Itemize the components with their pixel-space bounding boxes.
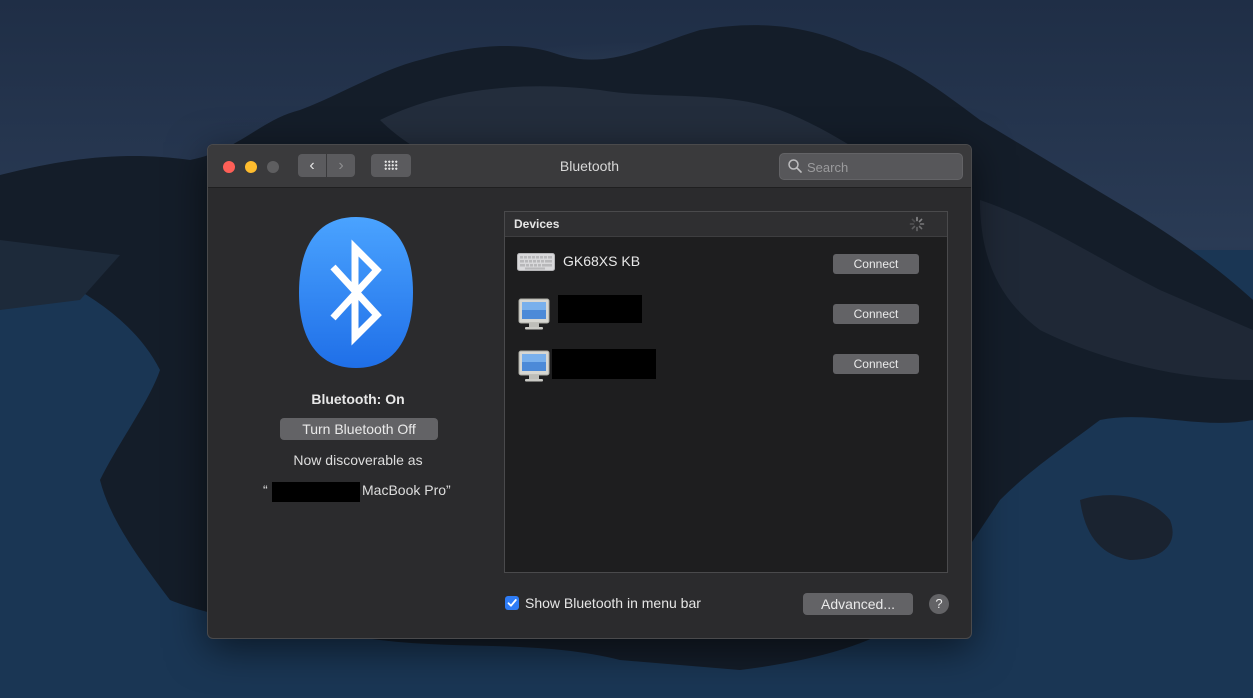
search-field[interactable]	[779, 153, 963, 180]
bluetooth-status: Bluetooth: On	[311, 391, 405, 407]
bluetooth-preferences-window: ‹ › Bluetooth Bluetooth: On Turn Bluetoo	[207, 144, 972, 639]
device-name: GK68XS KB	[563, 253, 641, 269]
keyboard-icon	[517, 253, 555, 271]
computer-icon	[518, 298, 550, 330]
device-name-text: MacBook Pro”	[362, 482, 451, 498]
show-in-menu-bar-checkbox[interactable]	[505, 596, 519, 610]
show-in-menu-bar-label[interactable]: Show Bluetooth in menu bar	[525, 595, 701, 611]
redacted-block	[272, 482, 360, 502]
advanced-button[interactable]: Advanced...	[803, 593, 913, 615]
loading-spinner-icon	[909, 216, 925, 232]
devices-list[interactable]: Devices GK68XS KB Connect Connect Connec…	[504, 211, 948, 573]
device-row[interactable]: GK68XS KB Connect	[505, 244, 947, 284]
bluetooth-logo-icon	[299, 217, 413, 368]
search-icon	[788, 159, 802, 173]
computer-icon	[518, 350, 550, 382]
devices-header: Devices	[505, 212, 947, 237]
connect-button[interactable]: Connect	[833, 254, 919, 274]
help-button[interactable]: ?	[929, 594, 949, 614]
discoverable-label: Now discoverable as	[293, 452, 423, 468]
redacted-block	[558, 295, 642, 323]
devices-title: Devices	[514, 217, 560, 231]
title-bar: ‹ › Bluetooth	[208, 145, 971, 188]
device-row[interactable]: Connect	[505, 344, 947, 384]
redacted-block	[552, 349, 656, 379]
connect-button[interactable]: Connect	[833, 354, 919, 374]
device-name-open-quote: “	[263, 482, 268, 498]
turn-bluetooth-off-button[interactable]: Turn Bluetooth Off	[280, 418, 438, 440]
checkmark-icon	[507, 599, 517, 607]
device-row[interactable]: Connect	[505, 294, 947, 334]
connect-button[interactable]: Connect	[833, 304, 919, 324]
search-input[interactable]	[805, 156, 959, 178]
discoverable-device-name: “ MacBook Pro”	[228, 482, 488, 502]
